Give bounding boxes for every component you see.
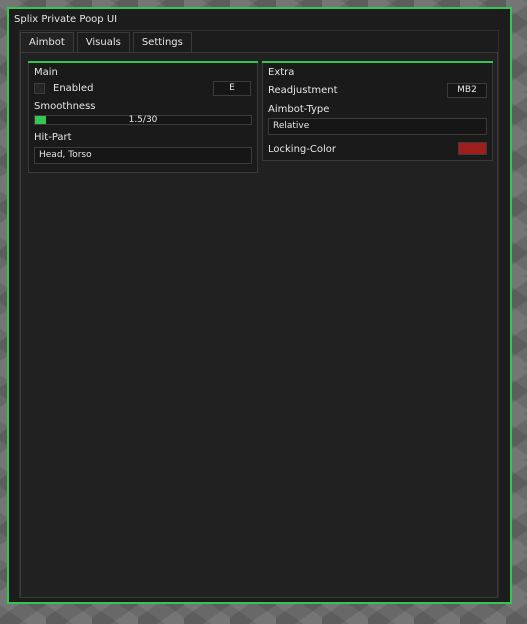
main-section: Main Enabled E Smoothness 1.5/30 Hit-Par… bbox=[28, 61, 258, 173]
enabled-checkbox[interactable] bbox=[34, 83, 45, 94]
aimbot-type-label: Aimbot-Type bbox=[268, 104, 330, 115]
window-title: Splix Private Poop UI bbox=[14, 14, 118, 25]
tab-settings[interactable]: Settings bbox=[132, 32, 192, 52]
locking-color-swatch[interactable] bbox=[458, 142, 487, 155]
tab-aimbot[interactable]: Aimbot bbox=[20, 32, 74, 53]
main-section-title: Main bbox=[34, 67, 58, 78]
hitpart-label: Hit-Part bbox=[34, 132, 72, 143]
extra-section: Extra Readjustment MB2 Aimbot-Type Relat… bbox=[262, 61, 493, 161]
locking-color-label: Locking-Color bbox=[268, 144, 336, 155]
aimbot-type-dropdown[interactable]: Relative bbox=[268, 118, 487, 135]
aimbot-panel: Main Enabled E Smoothness 1.5/30 Hit-Par… bbox=[20, 52, 498, 598]
extra-section-title: Extra bbox=[268, 67, 295, 78]
tab-visuals[interactable]: Visuals bbox=[76, 32, 130, 52]
enabled-keybind-button[interactable]: E bbox=[213, 81, 251, 96]
readjustment-keybind-button[interactable]: MB2 bbox=[447, 83, 487, 98]
smoothness-label: Smoothness bbox=[34, 101, 96, 112]
tab-bar: Aimbot Visuals Settings bbox=[20, 32, 192, 53]
smoothness-slider[interactable]: 1.5/30 bbox=[34, 115, 252, 125]
smoothness-value: 1.5/30 bbox=[128, 115, 158, 125]
readjustment-label: Readjustment bbox=[268, 85, 338, 96]
enabled-label: Enabled bbox=[53, 83, 94, 94]
hitpart-dropdown[interactable]: Head, Torso bbox=[34, 147, 252, 164]
